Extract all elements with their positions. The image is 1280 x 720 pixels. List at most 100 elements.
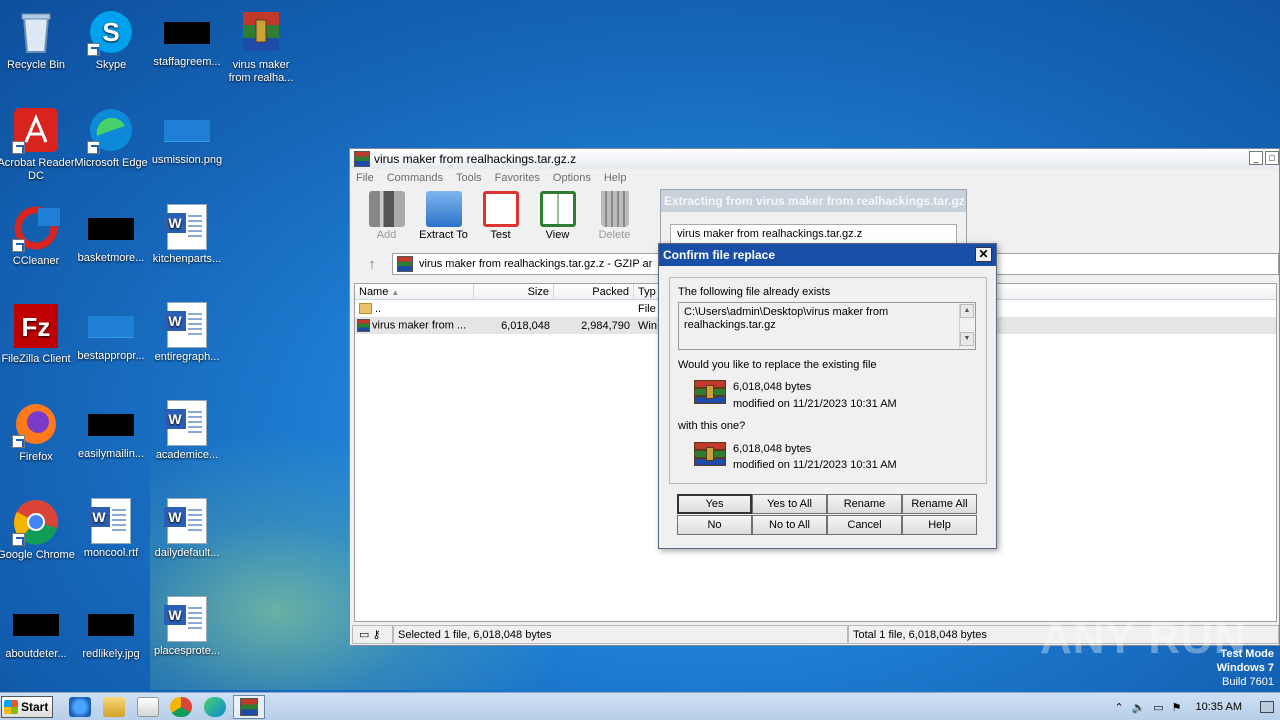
chrome-icon[interactable] [170, 697, 192, 717]
desktop-icon-virus-archive[interactable]: virus maker from realha... [222, 8, 300, 85]
desktop-icon-label: dailydefault... [154, 547, 220, 559]
desktop-icon-usmission[interactable]: usmission.png [148, 106, 226, 167]
scroll-down-icon: ▼ [960, 332, 974, 346]
desktop-icon-label: usmission.png [151, 154, 223, 166]
desktop-icon-label: kitchenparts... [152, 253, 222, 265]
archive-path-text: virus maker from realhackings.tar.gz.z -… [419, 258, 653, 270]
desktop-icon-kitchenparts[interactable]: kitchenparts... [148, 204, 226, 266]
desktop-icon-label: aboutdeter... [5, 648, 67, 660]
show-desktop-icon[interactable] [1260, 701, 1274, 713]
file-thumbnail-icon [88, 316, 134, 338]
desktop-icon-ccleaner[interactable]: CCleaner [0, 204, 75, 268]
desktop-icon-label: FileZilla Client [1, 353, 71, 365]
toolbar-label: Test [490, 229, 511, 241]
file-thumbnail-icon [164, 120, 210, 142]
drive-icon[interactable]: ▭ ⚷ [352, 625, 393, 644]
desktop-icon-recycle-bin[interactable]: Recycle Bin [0, 8, 75, 72]
existing-path-box[interactable]: C:\Users\admin\Desktop\virus maker from … [678, 302, 976, 350]
desktop-icon-academice[interactable]: academice... [148, 400, 226, 462]
desktop-icon-filezilla[interactable]: Fz FileZilla Client [0, 302, 75, 366]
file-thumbnail-icon [88, 218, 134, 240]
dialog-titlebar[interactable]: Confirm file replace ✕ [659, 244, 996, 266]
desktop-icon-edge[interactable]: Microsoft Edge [72, 106, 150, 170]
network-icon[interactable]: ▭ [1153, 701, 1163, 714]
word-document-icon [164, 204, 207, 250]
volume-icon[interactable]: 🔈 [1132, 701, 1146, 714]
desktop-icon-bestappropr[interactable]: bestappropr... [72, 302, 150, 363]
desktop-icon-basketmore[interactable]: basketmore... [72, 204, 150, 265]
trash-icon [600, 191, 629, 227]
taskbar: Start ⌃ 🔈 ▭ ⚑ 10:35 AM [0, 692, 1280, 720]
desktop-icon-label: Recycle Bin [6, 59, 66, 71]
file-explorer-icon[interactable] [103, 697, 125, 717]
desktop-icon-aboutdeter[interactable]: aboutdeter... [0, 600, 75, 661]
window-titlebar[interactable]: virus maker from realhackings.tar.gz.z _… [350, 149, 1279, 169]
desktop-icon-placesprote[interactable]: placesprote... [148, 596, 226, 658]
yes-button[interactable]: Yes [677, 494, 752, 514]
column-size[interactable]: Size [474, 284, 554, 299]
flag-icon[interactable]: ⚑ [1172, 701, 1182, 714]
maximize-button[interactable]: □ [1265, 151, 1279, 165]
media-player-icon[interactable] [137, 697, 159, 717]
scroll-up-icon: ▲ [960, 304, 974, 318]
desktop-icon-skype[interactable]: S Skype [72, 8, 150, 72]
existing-modified: modified on 11/21/2023 10:31 AM [733, 398, 897, 410]
extracting-file: virus maker from realhackings.tar.gz.z [670, 224, 957, 244]
winrar-icon [397, 256, 413, 272]
menu-options[interactable]: Options [553, 172, 591, 184]
toolbar-extract-button[interactable]: Extract To [415, 191, 472, 247]
toolbar-label: View [545, 229, 570, 241]
close-icon[interactable]: ✕ [975, 247, 992, 262]
toolbar-label: Add [376, 229, 397, 241]
minimize-button[interactable]: _ [1249, 151, 1263, 165]
no-button[interactable]: No [677, 515, 752, 535]
file-thumbnail-icon [164, 22, 210, 44]
taskbar-winrar-button[interactable] [233, 695, 265, 719]
toolbar-delete-button[interactable]: Delete [586, 191, 643, 247]
rename-all-button[interactable]: Rename All [902, 494, 977, 514]
existing-size: 6,018,048 bytes [733, 381, 812, 393]
menu-favorites[interactable]: Favorites [495, 172, 540, 184]
menu-tools[interactable]: Tools [456, 172, 482, 184]
start-button[interactable]: Start [1, 696, 53, 718]
firefox-icon [12, 400, 60, 448]
help-button[interactable]: Help [902, 515, 977, 535]
column-packed[interactable]: Packed [554, 284, 634, 299]
up-arrow-icon[interactable]: ↑ [352, 256, 392, 273]
edge-icon[interactable] [204, 697, 226, 717]
path-scrollbar[interactable]: ▲ ▼ [959, 304, 974, 348]
desktop-icon-staffagreem[interactable]: staffagreem... [148, 8, 226, 69]
menu-help[interactable]: Help [604, 172, 627, 184]
desktop-icon-redlikely[interactable]: redlikely.jpg [72, 600, 150, 661]
desktop-icon-moncool[interactable]: moncool.rtf [72, 498, 150, 560]
svg-text:Fz: Fz [22, 312, 51, 342]
desktop-icon-label: Microsoft Edge [74, 157, 148, 169]
cancel-button[interactable]: Cancel [827, 515, 902, 535]
dialog-body: The following file already exists C:\Use… [669, 277, 987, 484]
button-row-bottom: No No to All Cancel Help [677, 515, 977, 535]
clock[interactable]: 10:35 AM [1196, 701, 1242, 713]
toolbar-test-button[interactable]: Test [472, 191, 529, 247]
column-name[interactable]: Name ▲ [355, 284, 474, 299]
desktop-icon-label: Firefox [19, 451, 53, 463]
desktop-icon-label: redlikely.jpg [82, 648, 140, 660]
desktop-icon-dailydefault[interactable]: dailydefault... [148, 498, 226, 560]
menu-commands[interactable]: Commands [387, 172, 443, 184]
toolbar-add-button[interactable]: Add [358, 191, 415, 247]
file-thumbnail-icon [88, 414, 134, 436]
add-archive-icon [368, 191, 405, 227]
desktop-icon-firefox[interactable]: Firefox [0, 400, 75, 464]
rename-button[interactable]: Rename [827, 494, 902, 514]
internet-explorer-icon[interactable] [69, 697, 91, 717]
recycle-bin-icon [12, 8, 60, 56]
yes-to-all-button[interactable]: Yes to All [752, 494, 827, 514]
desktop-icon-label: basketmore... [77, 252, 145, 264]
no-to-all-button[interactable]: No to All [752, 515, 827, 535]
menu-file[interactable]: File [356, 172, 374, 184]
desktop-icon-entiregraph[interactable]: entiregraph... [148, 302, 226, 364]
tray-expand-icon[interactable]: ⌃ [1114, 701, 1123, 714]
toolbar-view-button[interactable]: View [529, 191, 586, 247]
desktop-icon-chrome[interactable]: Google Chrome [0, 498, 75, 562]
desktop-icon-easilymailin[interactable]: easilymailin... [72, 400, 150, 461]
desktop-icon-acrobat[interactable]: Acrobat Reader DC [0, 106, 75, 183]
